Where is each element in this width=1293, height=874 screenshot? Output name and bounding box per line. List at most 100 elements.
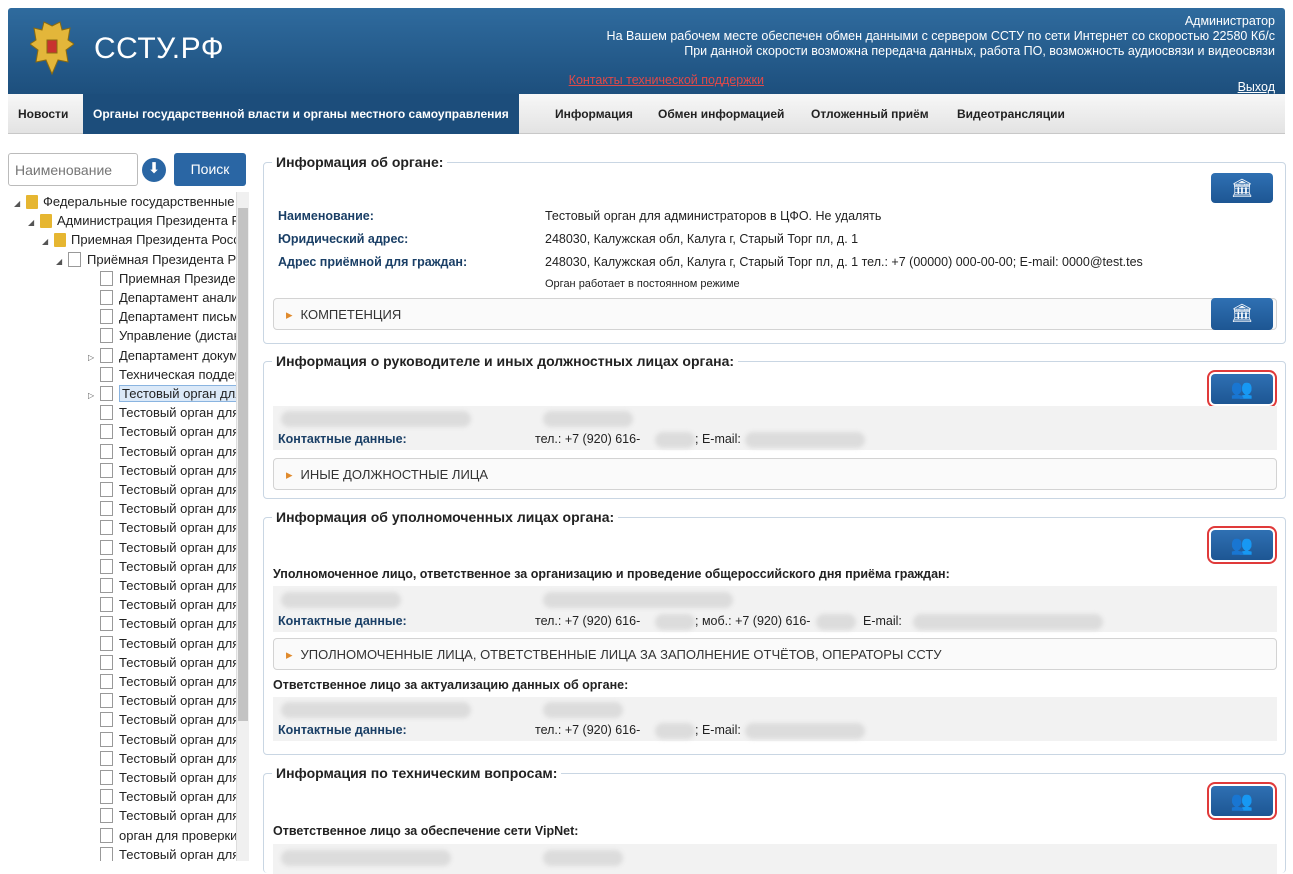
tree-node-label: Тестовый орган для администраторов bbox=[119, 731, 236, 747]
tree-node[interactable]: Тестовый орган для администраторов bbox=[88, 461, 236, 480]
tree-node-label: Тестовый орган для администраторов bbox=[119, 635, 236, 651]
tree-node[interactable]: Управление (дистанционное) bbox=[88, 326, 236, 345]
tree-node[interactable]: Тестовый орган для администраторов bbox=[88, 422, 236, 441]
tree-node[interactable]: Тестовый орган для администраторов bbox=[88, 538, 236, 557]
auth-phone: тел.: +7 (920) 616- bbox=[535, 614, 641, 628]
day-reception-subtitle: Уполномоченное лицо, ответственное за ор… bbox=[273, 567, 950, 581]
edit-organ-button[interactable]: 🏛 bbox=[1211, 173, 1273, 203]
tree-node-label: Техническая поддержка bbox=[119, 366, 236, 382]
edit-competence-button[interactable]: 🏛 bbox=[1211, 298, 1273, 330]
edit-tech-button[interactable]: 👥 bbox=[1207, 782, 1277, 820]
tree-node[interactable]: Техническая поддержка bbox=[88, 365, 236, 384]
tree-scrollbar[interactable] bbox=[236, 192, 249, 861]
expand-arrow-icon[interactable]: ◢ bbox=[14, 194, 26, 211]
expand-arrow-icon[interactable]: ◢ bbox=[28, 213, 40, 230]
expand-arrow-icon[interactable]: ▷ bbox=[88, 348, 100, 365]
nav-video[interactable]: Видеотрансляции bbox=[947, 94, 1075, 134]
users-edit-icon: 👥 bbox=[1230, 535, 1254, 555]
tree-node-label: Тестовый орган для администраторов bbox=[119, 846, 236, 861]
tree-node[interactable]: Департамент анализа bbox=[88, 288, 236, 307]
redacted-position bbox=[543, 411, 633, 427]
tree-node[interactable]: ◢ Приемная Президента Российской Федераци… bbox=[42, 230, 236, 249]
redacted-position bbox=[543, 850, 623, 866]
tree-node[interactable]: Тестовый орган для администраторов bbox=[88, 403, 236, 422]
tree-node-label: Тестовый орган для администраторов bbox=[119, 693, 236, 709]
user-role: Администратор bbox=[1184, 14, 1275, 28]
tech-panel: Информация по техническим вопросам: 👥 От… bbox=[263, 765, 1286, 874]
tree-node[interactable]: Тестовый орган для администраторов bbox=[88, 557, 236, 576]
document-icon bbox=[100, 558, 113, 574]
nav-postponed[interactable]: Отложенный приём bbox=[801, 94, 939, 134]
tree-node[interactable]: Тестовый орган для администраторов bbox=[88, 806, 236, 825]
sidebar: ⬇ Поиск ◢Федеральные государственные орг… bbox=[8, 150, 252, 861]
tree-node[interactable]: Тестовый орган для администраторов bbox=[88, 768, 236, 787]
head-email: ; E-mail: bbox=[695, 432, 741, 446]
tree-node-label: Департамент документального bbox=[119, 347, 236, 363]
tree-node[interactable]: Департамент письменных bbox=[88, 307, 236, 326]
tree-node[interactable]: Приемная Президента bbox=[88, 269, 236, 288]
tree-node[interactable]: Тестовый орган для администраторов bbox=[88, 653, 236, 672]
tree-node[interactable]: Тестовый орган для администраторов bbox=[88, 442, 236, 461]
head-contact-block: Контактные данные: тел.: +7 (920) 616- ;… bbox=[273, 406, 1277, 450]
nav-news[interactable]: Новости bbox=[8, 94, 78, 134]
nav-info[interactable]: Информация bbox=[545, 94, 643, 134]
tree-node[interactable]: Тестовый орган для администраторов bbox=[88, 845, 236, 861]
document-icon bbox=[100, 405, 113, 421]
document-icon bbox=[100, 386, 113, 401]
actualization-email: ; E-mail: bbox=[695, 723, 741, 737]
expand-arrow-icon[interactable]: ▷ bbox=[88, 386, 100, 403]
reception-label: Адрес приёмной для граждан: bbox=[278, 255, 468, 269]
tree-node[interactable]: Тестовый орган для администраторов bbox=[88, 691, 236, 710]
head-info-title: Информация о руководителе и иных должнос… bbox=[272, 353, 739, 369]
search-input[interactable] bbox=[8, 153, 138, 186]
tree-node[interactable]: Тестовый орган для администраторов bbox=[88, 672, 236, 691]
tree-node[interactable]: Тестовый орган для администраторов bbox=[88, 595, 236, 614]
expand-arrow-icon[interactable]: ◢ bbox=[42, 232, 54, 249]
tree-node-label: Тестовый орган для администраторов bbox=[119, 482, 236, 497]
tree-node[interactable]: Тестовый орган для администраторов bbox=[88, 614, 236, 633]
download-icon[interactable]: ⬇ bbox=[142, 158, 166, 182]
name-label: Наименование: bbox=[278, 209, 374, 223]
tree-node[interactable]: Тестовый орган для администраторов bbox=[88, 480, 236, 499]
tree-node[interactable]: ◢ Администрация Президента Российской Фед… bbox=[28, 211, 236, 230]
operators-accordion[interactable]: УПОЛНОМОЧЕННЫЕ ЛИЦА, ОТВЕТСТВЕННЫЕ ЛИЦА … bbox=[273, 638, 1277, 670]
search-button[interactable]: Поиск bbox=[174, 153, 246, 186]
users-edit-icon: 👥 bbox=[1230, 791, 1254, 811]
document-icon bbox=[100, 597, 113, 613]
tree-node[interactable]: Тестовый орган для администраторов bbox=[88, 518, 236, 537]
tree-node-label: Тестовый орган для администраторов bbox=[119, 712, 236, 728]
nav-authorities[interactable]: Органы государственной власти и органы м… bbox=[83, 94, 519, 134]
document-icon bbox=[100, 750, 113, 766]
edit-head-button[interactable]: 👥 bbox=[1207, 370, 1277, 408]
document-icon bbox=[100, 731, 113, 747]
document-icon bbox=[100, 462, 113, 478]
tree-node[interactable]: Тестовый орган для администраторов bbox=[88, 787, 236, 806]
organ-address: 248030, Калужская обл, Калуга г, Старый … bbox=[545, 232, 859, 246]
tree-node[interactable]: Тестовый орган для администраторов bbox=[88, 730, 236, 749]
tree-node[interactable]: ▷ Департамент документального bbox=[88, 346, 236, 365]
redacted-phone bbox=[655, 432, 695, 448]
tree-node-label: Федеральные государственные органы bbox=[43, 194, 236, 209]
organ-mode: Орган работает в постоянном режиме bbox=[545, 278, 740, 290]
support-link[interactable]: Контакты технической поддержки bbox=[569, 73, 764, 88]
tree-node[interactable]: ◢ Приёмная Президента Российской Федераци… bbox=[56, 250, 236, 269]
other-officials-accordion[interactable]: ИНЫЕ ДОЛЖНОСТНЫЕ ЛИЦА bbox=[273, 458, 1277, 490]
redacted-phone bbox=[655, 723, 695, 739]
redacted-name bbox=[281, 411, 471, 427]
competence-accordion[interactable]: КОМПЕТЕНЦИЯ 🏛 bbox=[273, 298, 1277, 330]
tree-node[interactable]: Тестовый орган для администраторов bbox=[88, 749, 236, 768]
nav-exchange[interactable]: Обмен информацией bbox=[648, 94, 794, 134]
tree-node[interactable]: Тестовый орган для администраторов bbox=[88, 710, 236, 729]
head-info-panel: Информация о руководителе и иных должнос… bbox=[263, 353, 1286, 499]
edit-authorized-button[interactable]: 👥 bbox=[1207, 526, 1277, 564]
tree-node-label: Тестовый орган для администраторов bbox=[119, 443, 236, 459]
tree-node[interactable]: ◢ Федеральные государственные органы bbox=[14, 192, 236, 211]
expand-arrow-icon[interactable]: ◢ bbox=[56, 252, 68, 269]
other-officials-label: ИНЫЕ ДОЛЖНОСТНЫЕ ЛИЦА bbox=[286, 467, 489, 483]
tree-node[interactable]: орган для проверки bbox=[88, 826, 236, 845]
tree-node[interactable]: Тестовый орган для администраторов bbox=[88, 499, 236, 518]
tree-node[interactable]: ▷ Тестовый орган для администраторов bbox=[88, 384, 236, 403]
tree-node[interactable]: Тестовый орган для администраторов bbox=[88, 576, 236, 595]
tree-node[interactable]: Тестовый орган для администраторов bbox=[88, 634, 236, 653]
site-logo[interactable]: ССТУ.РФ bbox=[94, 32, 224, 66]
